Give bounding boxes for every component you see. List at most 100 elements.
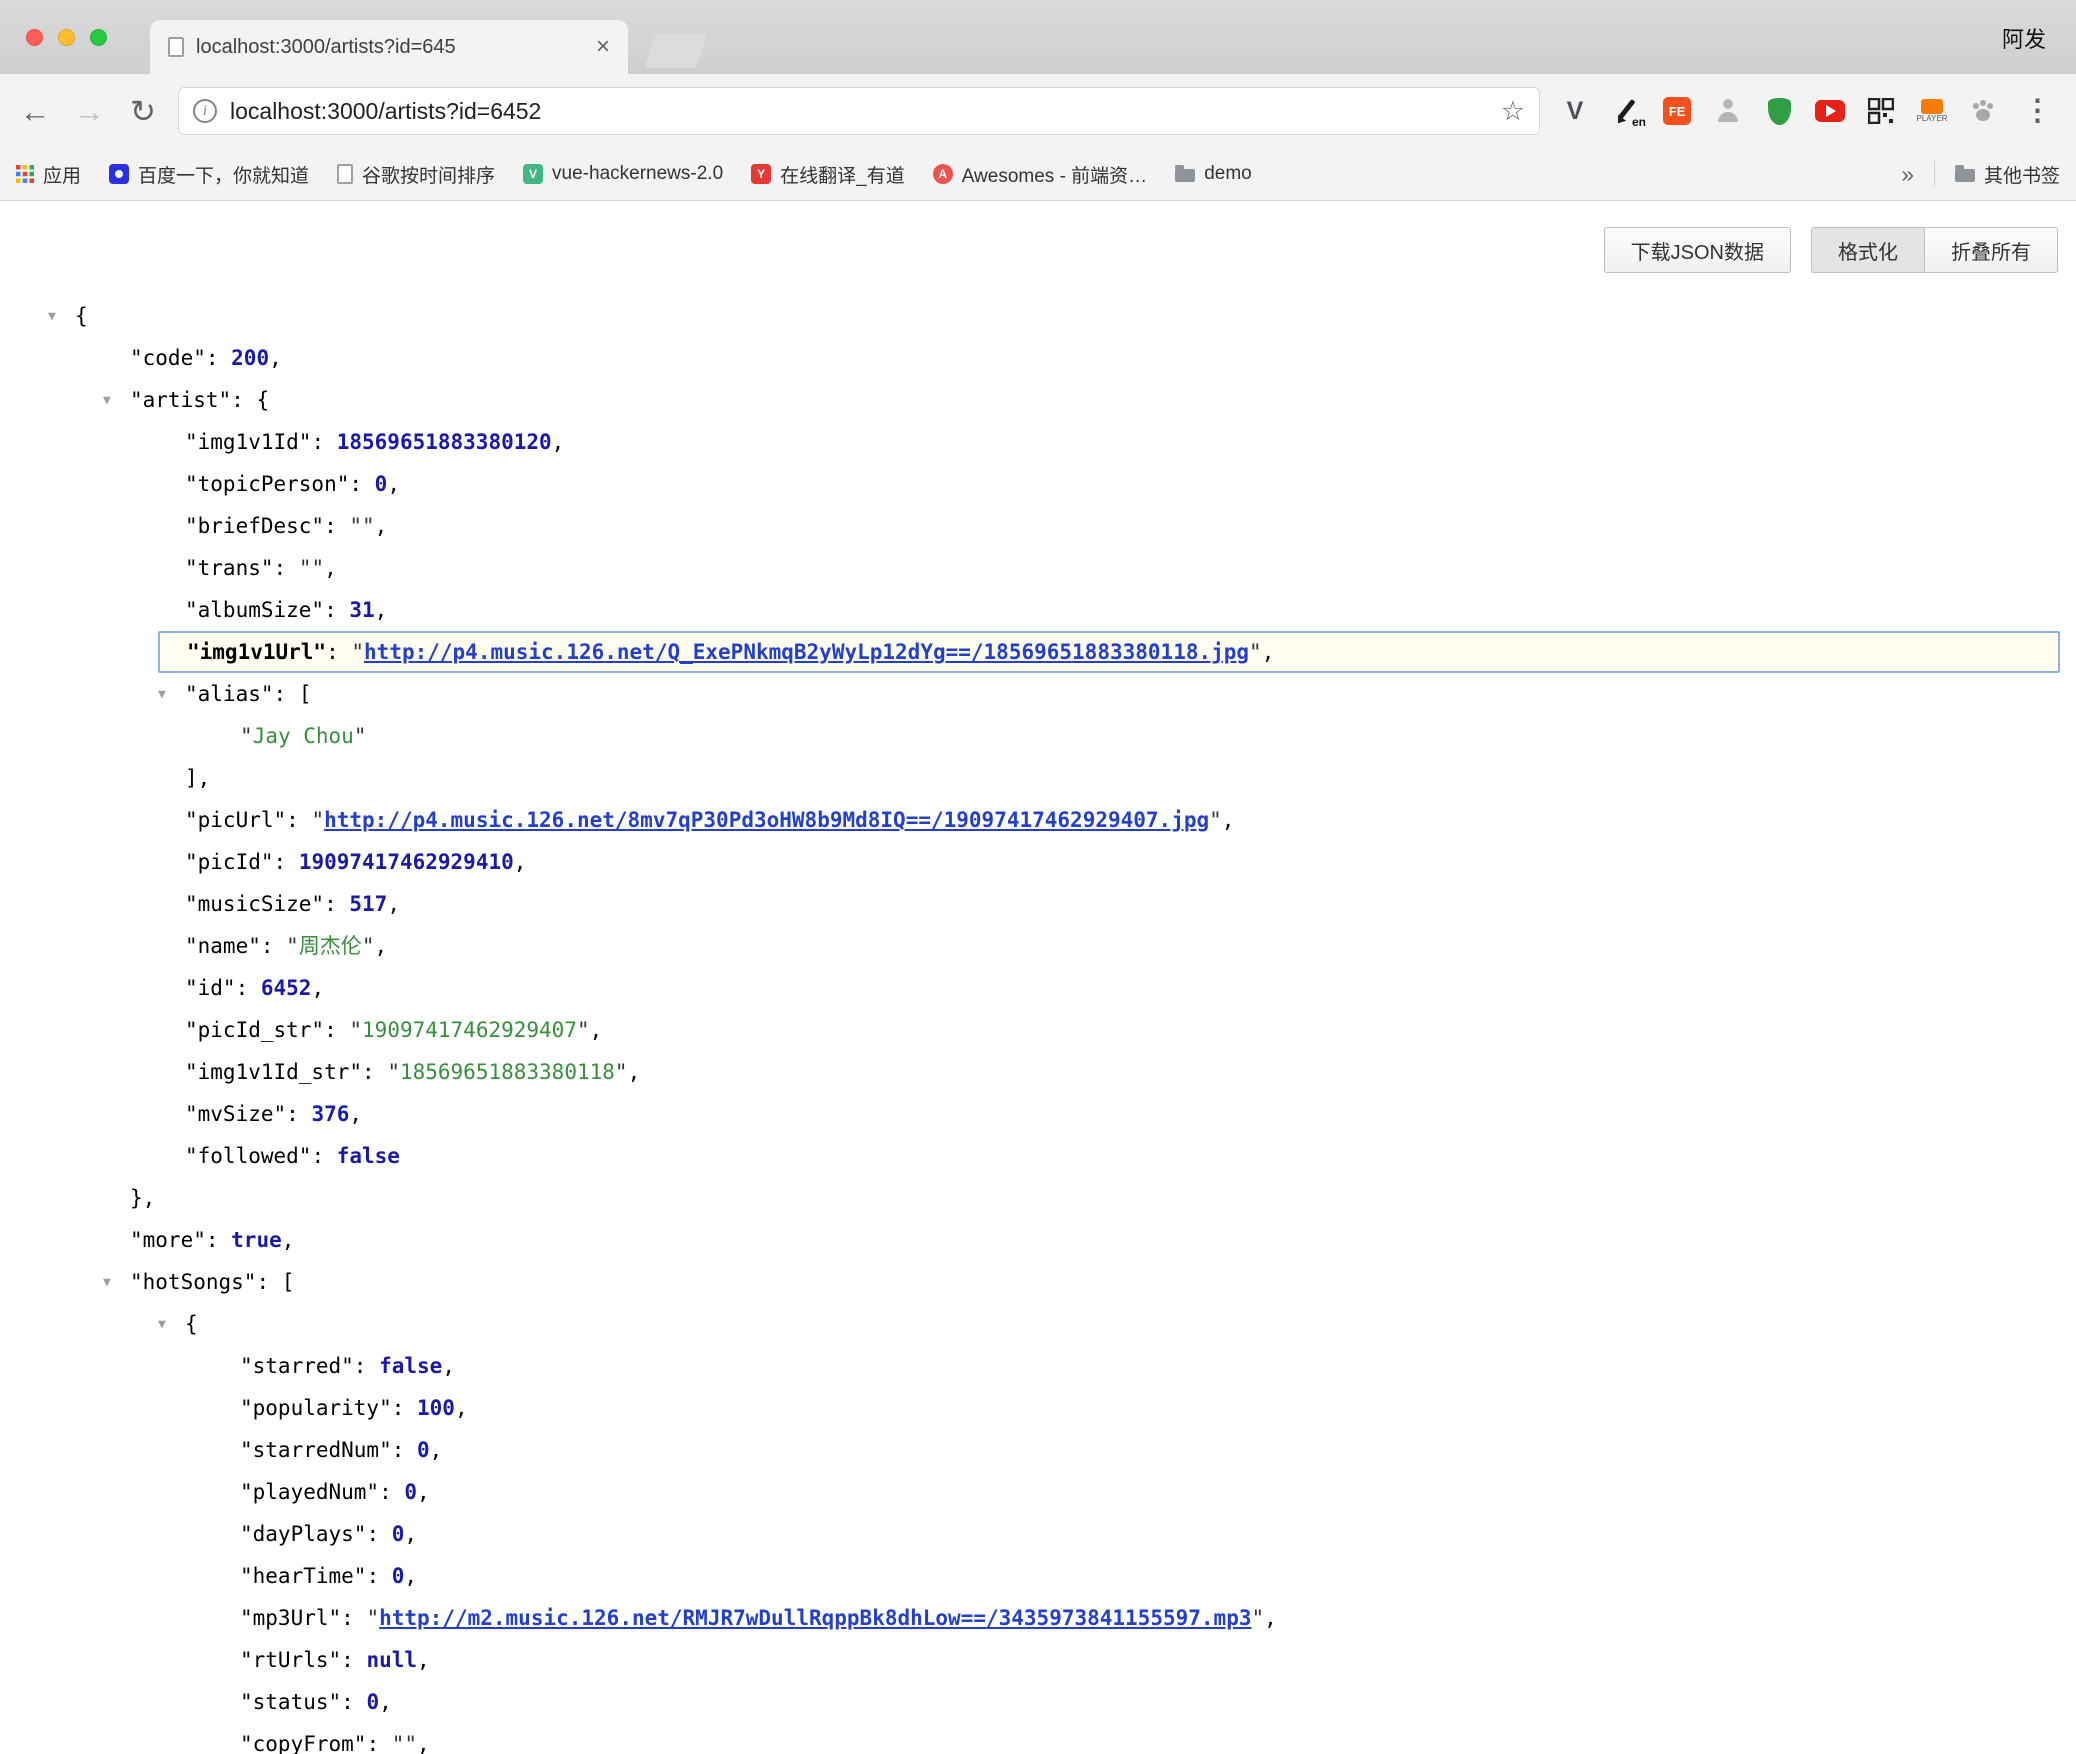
menu-icon[interactable]: ⋮: [2019, 97, 2056, 126]
json-token: ,: [349, 1102, 362, 1126]
json-token: 0: [366, 1690, 379, 1714]
bookmark-label: Awesomes - 前端资…: [962, 161, 1147, 188]
collapse-arrow-icon[interactable]: ▼: [103, 380, 130, 421]
traffic-lights: [26, 29, 107, 46]
other-bookmarks[interactable]: 其他书签: [1955, 161, 2060, 188]
other-bookmarks-label: 其他书签: [1984, 161, 2060, 188]
json-token: "popularity": [240, 1396, 392, 1420]
player-icon[interactable]: PLAYER: [1917, 96, 1947, 126]
folder-icon: [1955, 169, 1975, 182]
json-line-body: "code": 200,: [103, 337, 2076, 379]
shield-extension-icon[interactable]: [1764, 96, 1794, 126]
json-token: :: [311, 1144, 336, 1168]
json-line-body: "followed": false: [158, 1135, 2076, 1177]
json-token: ": [577, 1018, 590, 1042]
collapse-arrow-icon[interactable]: ▼: [48, 296, 75, 337]
player-wrap: PLAYER: [1917, 99, 1948, 123]
json-line: "trans": "",: [0, 547, 2076, 589]
json-line: "img1v1Url": "http://p4.music.126.net/Q_…: [0, 631, 2076, 673]
youtube-icon[interactable]: [1815, 96, 1845, 126]
bookmark-google-sort[interactable]: 谷歌按时间排序: [337, 161, 495, 188]
tab-close-icon[interactable]: ×: [596, 35, 610, 59]
json-line-body: "starred": false,: [213, 1345, 2076, 1387]
json-token: :: [324, 1018, 349, 1042]
indent-spacer: [0, 883, 158, 925]
forward-button[interactable]: →: [70, 96, 108, 127]
download-json-button[interactable]: 下载JSON数据: [1604, 227, 1791, 273]
json-token: 100: [417, 1396, 455, 1420]
json-line: "code": 200,: [0, 337, 2076, 379]
json-token: ,: [311, 976, 324, 1000]
json-line-body: ▼"alias": [: [158, 673, 2076, 715]
json-token: 0: [417, 1438, 430, 1462]
json-line: "topicPerson": 0,: [0, 463, 2076, 505]
fehelper-icon[interactable]: FE: [1662, 96, 1692, 126]
bookmark-star-icon[interactable]: ☆: [1501, 98, 1525, 125]
json-line: "picUrl": "http://p4.music.126.net/8mv7q…: [0, 799, 2076, 841]
bookmark-demo-folder[interactable]: demo: [1175, 163, 1252, 185]
json-line-body: "starredNum": 0,: [213, 1429, 2076, 1471]
json-token: :: [379, 1480, 404, 1504]
address-bar[interactable]: i localhost:3000/artists?id=6452 ☆: [178, 87, 1540, 135]
json-url-link[interactable]: http://p4.music.126.net/8mv7qP30Pd3oHW8b…: [324, 808, 1209, 832]
json-token: "playedNum": [240, 1480, 379, 1504]
collapse-arrow-icon[interactable]: ▼: [158, 674, 185, 715]
json-line-body: ▼{: [158, 1303, 2076, 1345]
json-token: ,: [387, 892, 400, 916]
translate-pen-icon[interactable]: en: [1611, 96, 1641, 126]
bookmark-vue-hackernews[interactable]: V vue-hackernews-2.0: [523, 163, 723, 185]
profile-name[interactable]: 阿发: [2002, 22, 2046, 54]
json-token: "alias": [185, 682, 274, 706]
json-token: :: [256, 1270, 281, 1294]
collapse-all-button[interactable]: 折叠所有: [1925, 227, 2058, 273]
close-window-button[interactable]: [26, 29, 43, 46]
json-token: "mvSize": [185, 1102, 286, 1126]
view-toggle-group: 格式化 折叠所有: [1811, 227, 2058, 273]
bookmarks-overflow-chevron[interactable]: »: [1901, 161, 1914, 188]
json-url-link[interactable]: http://p4.music.126.net/Q_ExePNkmqB2yWyL…: [364, 640, 1249, 664]
json-token: ": [349, 1018, 362, 1042]
page-content: 下载JSON数据 格式化 折叠所有 ▼{"code": 200,▼"artist…: [0, 201, 2076, 1754]
json-token: "picUrl": [185, 808, 286, 832]
indent-spacer: [0, 1387, 213, 1429]
bookmark-baidu[interactable]: 百度一下，你就知道: [109, 161, 309, 188]
json-line-body: "hearTime": 0,: [213, 1555, 2076, 1597]
indent-spacer: [0, 1639, 213, 1681]
bookmark-youdao[interactable]: Y 在线翻译_有道: [751, 161, 905, 188]
json-line: },: [0, 1177, 2076, 1219]
fullscreen-window-button[interactable]: [90, 29, 107, 46]
indent-spacer: [0, 421, 158, 463]
paw-icon[interactable]: [1968, 96, 1998, 126]
browser-tab[interactable]: localhost:3000/artists?id=645 ×: [150, 20, 628, 74]
format-button[interactable]: 格式化: [1811, 227, 1925, 273]
collapse-arrow-icon[interactable]: ▼: [158, 1304, 185, 1345]
bookmark-awesomes[interactable]: A Awesomes - 前端资…: [933, 161, 1147, 188]
json-line-body: "mp3Url": "http://m2.music.126.net/RMJR7…: [213, 1597, 2076, 1639]
json-token: :: [341, 1648, 366, 1672]
json-token: :: [274, 850, 299, 874]
indent-spacer: [0, 841, 158, 883]
json-token: "briefDesc": [185, 514, 324, 538]
bookmark-label: vue-hackernews-2.0: [552, 163, 723, 185]
info-icon[interactable]: i: [193, 99, 217, 123]
vimium-icon[interactable]: V: [1560, 96, 1590, 126]
json-line-body: ▼"artist": {: [103, 379, 2076, 421]
qrcode-icon[interactable]: [1866, 96, 1896, 126]
browser-toolbar: ← → ↻ i localhost:3000/artists?id=6452 ☆…: [0, 74, 2076, 148]
back-button[interactable]: ←: [16, 96, 54, 127]
page-doc-icon: [168, 37, 184, 57]
minimize-window-button[interactable]: [58, 29, 75, 46]
json-token: {: [185, 1312, 198, 1336]
json-token: ,: [590, 1018, 603, 1042]
reload-button[interactable]: ↻: [124, 96, 162, 127]
json-token: ,: [375, 598, 388, 622]
collapse-arrow-icon[interactable]: ▼: [103, 1262, 130, 1303]
new-tab-button[interactable]: [644, 34, 707, 68]
person-icon[interactable]: [1713, 96, 1743, 126]
youtube-box: [1815, 100, 1845, 122]
url-text[interactable]: localhost:3000/artists?id=6452: [230, 98, 1488, 125]
json-url-link[interactable]: http://m2.music.126.net/RMJR7wDullRqppBk…: [379, 1606, 1251, 1630]
json-line: "rtUrls": null,: [0, 1639, 2076, 1681]
json-token: :: [366, 1522, 391, 1546]
bookmark-apps[interactable]: 应用: [16, 161, 81, 188]
